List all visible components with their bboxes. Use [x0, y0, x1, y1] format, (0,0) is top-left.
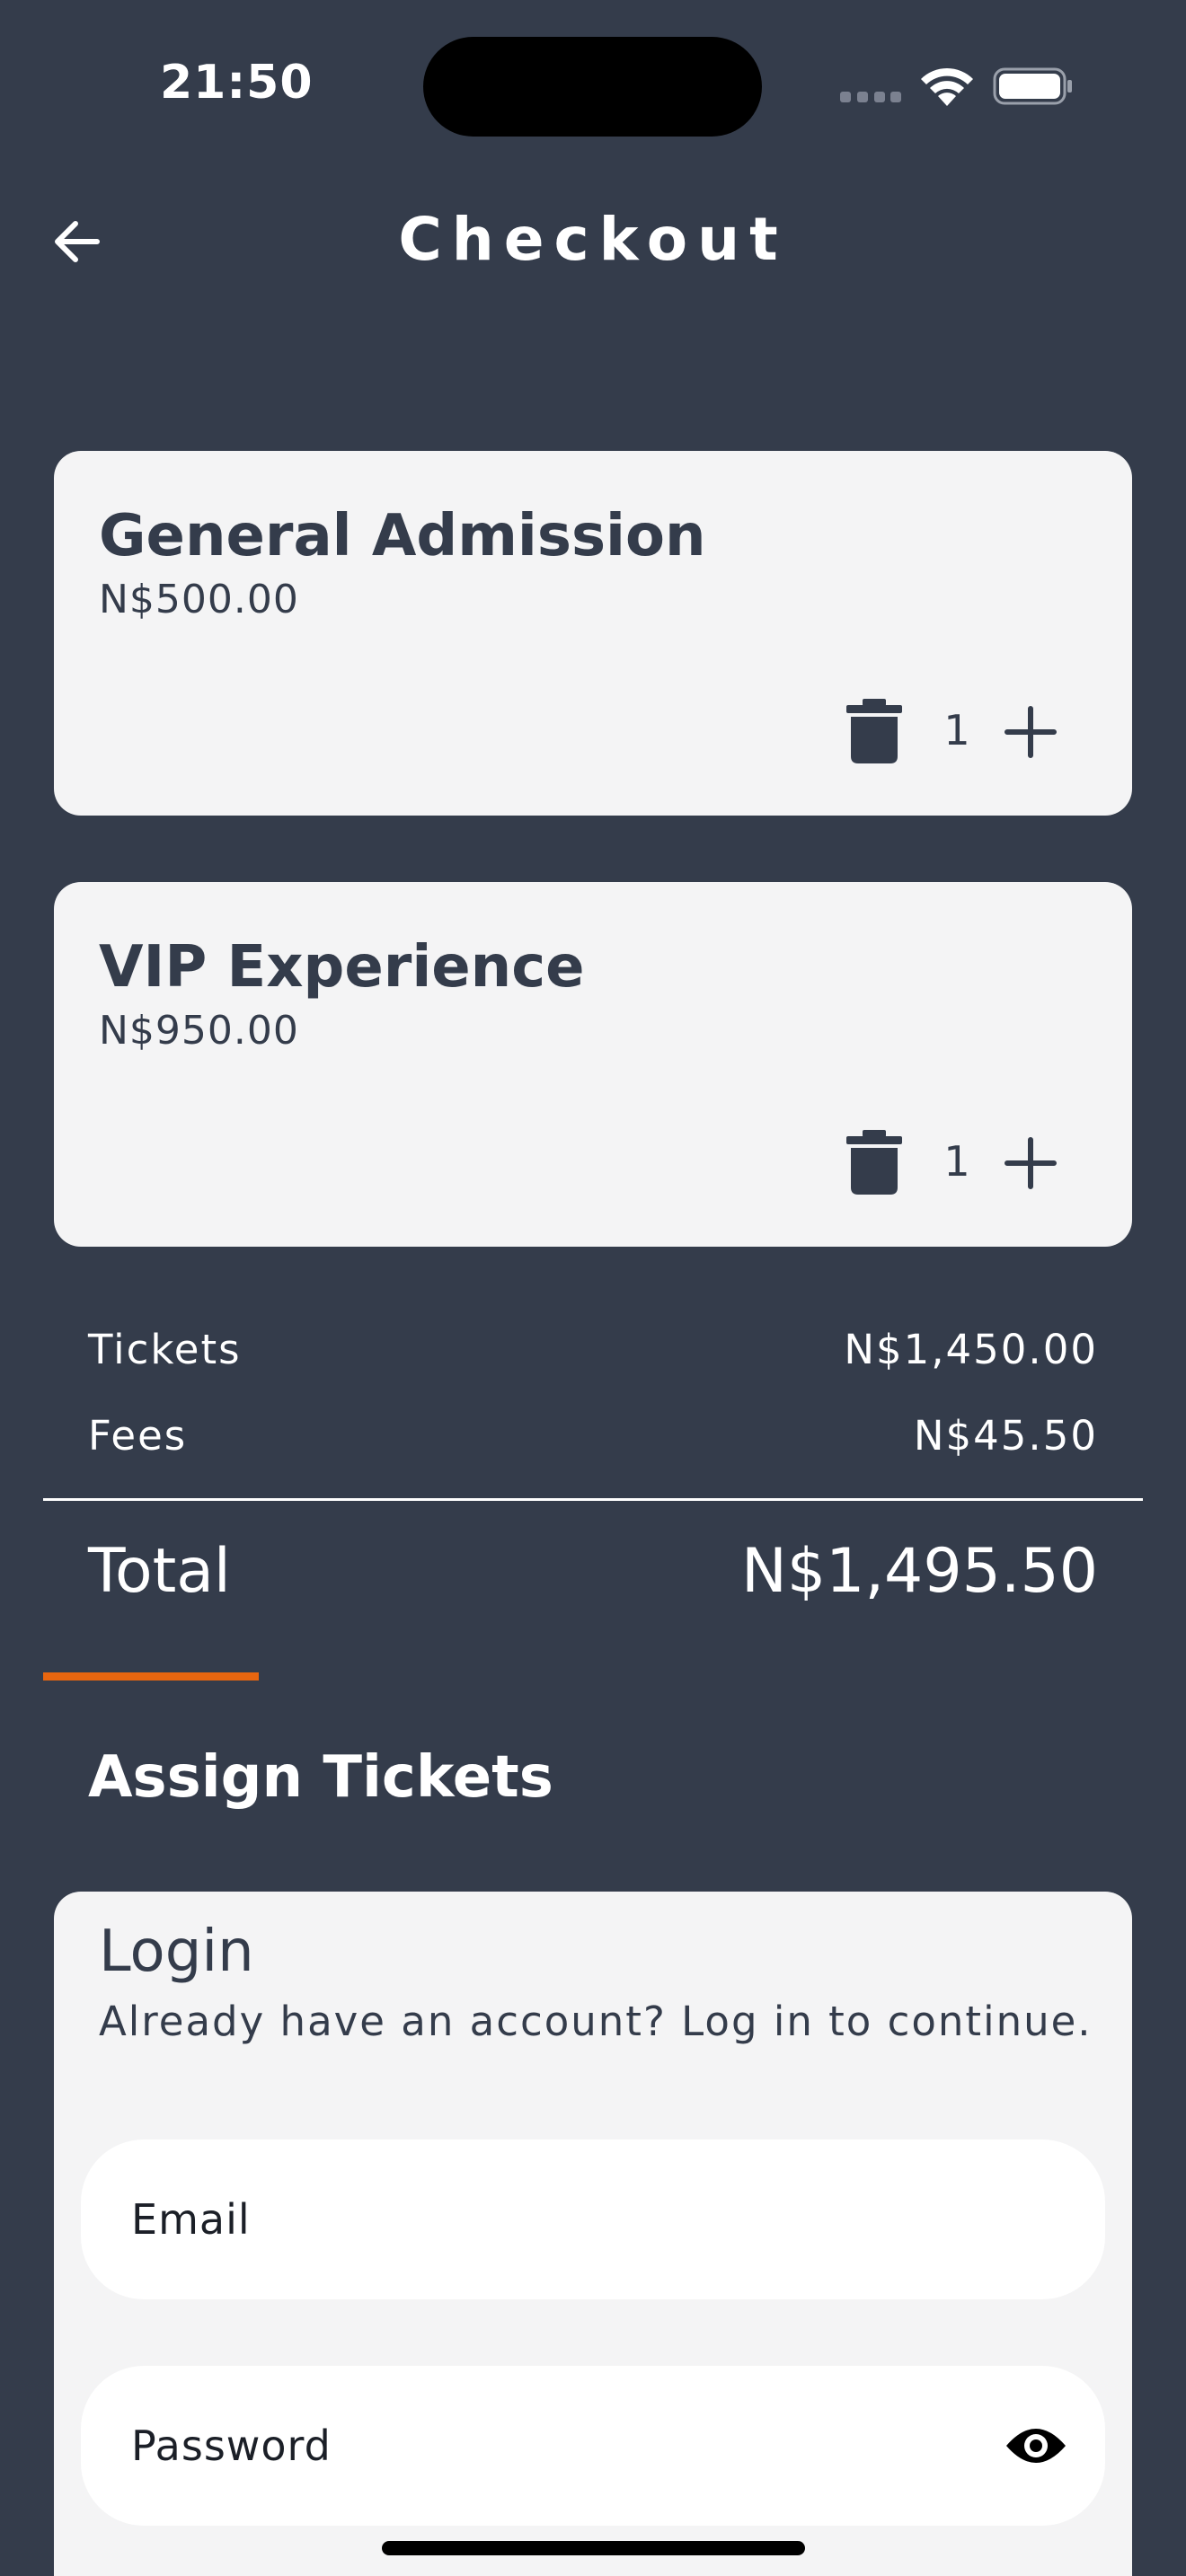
ticket-name: General Admission	[99, 503, 706, 569]
quantity-value: 1	[943, 706, 970, 754]
fees-label: Fees	[88, 1412, 188, 1460]
status-time: 21:50	[160, 56, 314, 110]
email-input[interactable]	[131, 2139, 940, 2299]
ticket-name: VIP Experience	[99, 934, 585, 1001]
checkout-screen: 21:50 Checkout General Admission N$500.0…	[0, 0, 1186, 2576]
total-value: N$1,495.50	[741, 1536, 1098, 1607]
battery-icon	[993, 67, 1072, 105]
eye-icon	[1006, 2429, 1066, 2463]
add-ticket-button[interactable]	[990, 1123, 1071, 1204]
add-ticket-button[interactable]	[990, 692, 1071, 772]
tickets-subtotal-value: N$1,450.00	[844, 1326, 1098, 1373]
ticket-card-general-admission: General Admission N$500.00 1	[54, 451, 1132, 816]
wifi-icon	[921, 67, 973, 106]
ticket-card-vip-experience: VIP Experience N$950.00 1	[54, 882, 1132, 1247]
ticket-price: N$500.00	[99, 577, 299, 622]
section-accent-bar	[43, 1672, 259, 1681]
toggle-password-visibility-button[interactable]	[994, 2404, 1078, 2488]
ticket-price: N$950.00	[99, 1008, 299, 1054]
password-input[interactable]	[131, 2366, 940, 2526]
login-title: Login	[99, 1919, 254, 1985]
fees-value: N$45.50	[913, 1412, 1098, 1460]
password-field[interactable]	[81, 2366, 1105, 2526]
login-subtitle: Already have an account? Log in to conti…	[99, 1998, 1093, 2045]
trash-icon[interactable]	[845, 1130, 904, 1195]
total-label: Total	[88, 1536, 231, 1607]
home-indicator	[382, 2541, 805, 2555]
tickets-subtotal-label: Tickets	[88, 1326, 242, 1373]
login-card: Login Already have an account? Log in to…	[54, 1892, 1132, 2576]
quantity-value: 1	[943, 1137, 970, 1186]
cellular-signal-icon	[840, 92, 901, 102]
summary-divider	[43, 1498, 1143, 1501]
email-field[interactable]	[81, 2139, 1105, 2299]
page-title: Checkout	[398, 205, 788, 274]
trash-icon[interactable]	[845, 699, 904, 763]
dynamic-island	[423, 37, 762, 137]
plus-icon	[1005, 1137, 1057, 1189]
plus-icon	[1005, 706, 1057, 758]
assign-tickets-title: Assign Tickets	[88, 1744, 553, 1811]
